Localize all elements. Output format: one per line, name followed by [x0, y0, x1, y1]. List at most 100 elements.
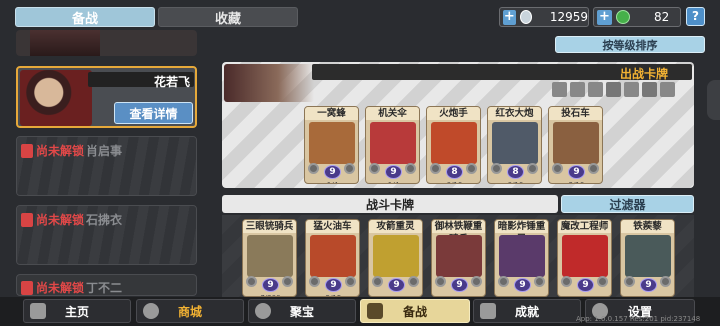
- hero-portrait-partial: [30, 30, 100, 56]
- hero-item-locked[interactable]: 尚未解锁 肖启事: [16, 136, 197, 196]
- hero-banner-art: [224, 64, 314, 102]
- gear-icon: [534, 276, 545, 287]
- battle-card[interactable]: 火炮手 8 0/10: [426, 106, 481, 184]
- gear-icon: [344, 163, 355, 174]
- locked-row: 尚未解锁 肖启事: [21, 142, 122, 159]
- deck-title: 战斗卡牌: [222, 195, 558, 213]
- card-name: 三眼铳骑兵: [243, 220, 296, 233]
- nav-treasure[interactable]: 聚宝: [248, 299, 356, 323]
- filter-type-icon[interactable]: [588, 82, 603, 97]
- gear-icon: [430, 163, 441, 174]
- gem-icon: [616, 10, 630, 24]
- hero-name: 花若飞: [154, 75, 191, 89]
- tab-deploy[interactable]: 备战: [15, 7, 155, 27]
- filter-type-icon[interactable]: [606, 82, 621, 97]
- filter-button[interactable]: 过滤器: [561, 195, 694, 213]
- card-cost: 9: [640, 278, 657, 292]
- card-art: [553, 122, 599, 164]
- gear-icon: [246, 276, 257, 287]
- nav-achievements[interactable]: 成就: [473, 299, 581, 323]
- add-gems-button[interactable]: +: [597, 9, 612, 25]
- gear-icon: [471, 276, 482, 287]
- hero-name-locked: 石拂衣: [86, 213, 123, 227]
- help-button[interactable]: ?: [686, 7, 705, 26]
- gear-icon: [466, 163, 477, 174]
- locked-row: 尚未解锁 丁不二: [21, 279, 122, 295]
- card-art: [492, 122, 538, 164]
- gear-icon: [282, 276, 293, 287]
- card-count: 0/10: [488, 181, 541, 183]
- deck-card[interactable]: 猛火油车95/15: [305, 219, 360, 297]
- nav-home[interactable]: 主页: [23, 299, 131, 323]
- treasure-icon: [255, 303, 271, 319]
- card-cost: 9: [262, 278, 279, 292]
- nav-deploy-label: 备战: [402, 304, 427, 319]
- nav-home-label: 主页: [64, 304, 89, 319]
- filter-type-icon[interactable]: [660, 82, 675, 97]
- side-handle-icon[interactable]: [707, 80, 720, 120]
- card-art: [625, 235, 671, 277]
- gear-icon: [369, 163, 380, 174]
- lock-icon: [21, 212, 33, 227]
- card-name: 暗影炸锤重灵: [495, 220, 548, 245]
- deck-card[interactable]: 御林铁鞭重骑兵 9: [431, 219, 486, 297]
- nav-shop[interactable]: 商城: [136, 299, 244, 323]
- card-art: [499, 235, 545, 277]
- gear-icon: [588, 163, 599, 174]
- battle-card[interactable]: 红衣大炮 8 0/10: [487, 106, 542, 184]
- filter-type-icon[interactable]: [570, 82, 585, 97]
- hero-item-selected[interactable]: 花若飞 查看详情: [16, 66, 197, 128]
- deck-card[interactable]: 魔改工程师 9: [557, 219, 612, 297]
- card-cost: 8: [446, 165, 463, 179]
- card-art: [431, 122, 477, 164]
- card-cost: 9: [385, 165, 402, 179]
- nav-deploy[interactable]: 备战: [360, 299, 470, 323]
- filter-type-icon[interactable]: [642, 82, 657, 97]
- gear-icon: [552, 163, 563, 174]
- gem-count: 82: [654, 10, 670, 24]
- lock-icon: [21, 143, 33, 158]
- nav-treasure-label: 聚宝: [289, 304, 314, 319]
- add-coins-button[interactable]: +: [503, 9, 516, 25]
- hero-item-locked[interactable]: 尚未解锁 丁不二: [16, 274, 197, 296]
- locked-label: 尚未解锁: [36, 144, 85, 158]
- cards-icon: [367, 303, 383, 319]
- coin-icon: [519, 10, 532, 24]
- sort-by-level-button[interactable]: 按等级排序: [555, 36, 705, 53]
- hero-item-locked[interactable]: 尚未解锁 石拂衣: [16, 205, 197, 265]
- card-cost: 9: [568, 165, 585, 179]
- gear-icon: [597, 276, 608, 287]
- filter-type-icon[interactable]: [624, 82, 639, 97]
- gem-resource: + 82: [593, 7, 681, 27]
- gear-icon: [498, 276, 509, 287]
- coin-resource: + 12959: [499, 7, 589, 27]
- gear-icon: [408, 276, 419, 287]
- card-name: 御林铁鞭重骑兵: [432, 220, 485, 245]
- gear-icon: [372, 276, 383, 287]
- card-art: [373, 235, 419, 277]
- card-name: 铁蒺藜: [621, 220, 674, 233]
- deck-card[interactable]: 暗影炸锤重灵 9: [494, 219, 549, 297]
- nav-achievements-label: 成就: [514, 304, 539, 319]
- hero-item-partial[interactable]: [16, 30, 197, 56]
- card-cost: 9: [388, 278, 405, 292]
- gear-icon: [309, 276, 320, 287]
- shop-icon: [143, 303, 159, 319]
- deck-card[interactable]: 铁蒺藜 9: [620, 219, 675, 297]
- battle-card[interactable]: 一窝蜂 9 1/4: [304, 106, 359, 184]
- card-art: [310, 235, 356, 277]
- card-name: 火炮手: [427, 107, 480, 120]
- deck-card[interactable]: 攻箭重灵 9: [368, 219, 423, 297]
- hero-portrait: [20, 70, 92, 126]
- battle-card[interactable]: 机关伞 9 1/4: [365, 106, 420, 184]
- filter-type-icon[interactable]: [552, 82, 567, 97]
- gear-icon: [345, 276, 356, 287]
- card-art: [247, 235, 293, 277]
- view-details-button[interactable]: 查看详情: [114, 102, 193, 124]
- locked-row: 尚未解锁 石拂衣: [21, 211, 122, 228]
- tab-collection[interactable]: 收藏: [158, 7, 298, 27]
- battle-card[interactable]: 投石车 9 2/10: [548, 106, 603, 184]
- deck-card[interactable]: 三眼铳骑兵97/200: [242, 219, 297, 297]
- lock-icon: [21, 280, 33, 295]
- card-cost: 9: [514, 278, 531, 292]
